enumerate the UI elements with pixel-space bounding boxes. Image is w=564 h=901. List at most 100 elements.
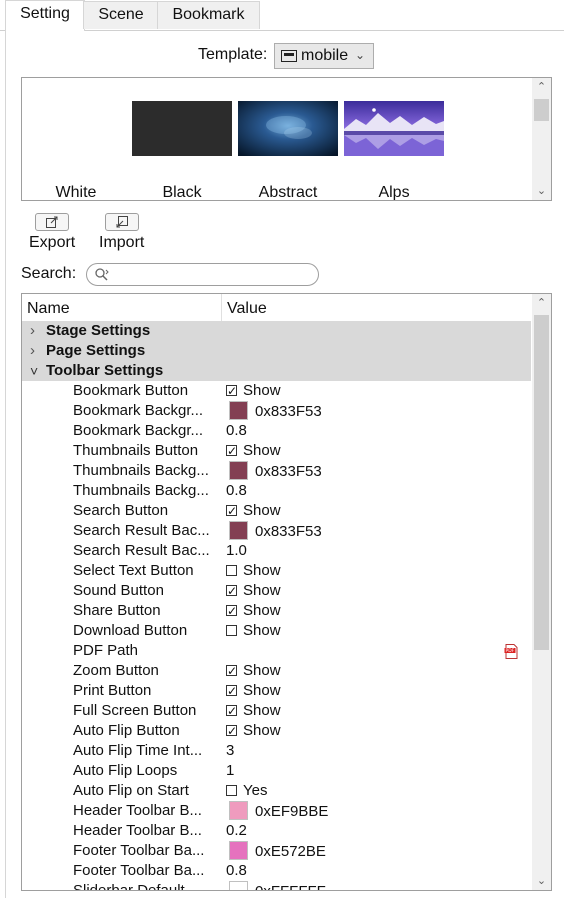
property-row[interactable]: Search Result Bac... 0x833F53 [22,521,531,541]
property-row[interactable]: Search Button Show [22,501,531,521]
property-value[interactable]: Yes [226,781,267,801]
property-row[interactable]: Header Toolbar B... 0.2 [22,821,531,841]
property-row[interactable]: Header Toolbar B... 0xEF9BBE [22,801,531,821]
property-row[interactable]: Sliderbar Default ... 0xFFFFFF [22,881,531,890]
import-button[interactable] [105,213,139,231]
category-row[interactable]: › Page Settings [22,341,531,361]
property-row[interactable]: Share Button Show [22,601,531,621]
thumbnail-scrollbar[interactable]: ⌃ ⌄ [532,78,551,200]
property-row[interactable]: Bookmark Backgr... 0x833F53 [22,401,531,421]
color-swatch[interactable] [229,841,248,860]
property-row[interactable]: Thumbnails Backg... 0x833F53 [22,461,531,481]
checkbox[interactable] [226,601,237,621]
property-row[interactable]: Auto Flip on Start Yes [22,781,531,801]
color-swatch[interactable] [229,521,248,540]
property-row[interactable]: Select Text Button Show [22,561,531,581]
property-row[interactable]: Thumbnails Button Show [22,441,531,461]
property-row[interactable]: PDF Path PDF [22,641,531,661]
checkbox[interactable] [226,721,237,741]
property-row[interactable]: Footer Toolbar Ba... 0xE572BE [22,841,531,861]
export-button[interactable] [35,213,69,231]
chevron-right-icon[interactable]: › [30,341,42,361]
property-value[interactable]: 1.0 [226,541,247,561]
thumbnail-black[interactable] [132,101,232,156]
property-value[interactable]: 0.8 [226,481,247,501]
property-value[interactable]: Show [226,681,281,701]
search-input[interactable] [86,263,319,286]
color-swatch[interactable] [229,401,248,420]
template-select[interactable]: mobile ⌄ [274,43,374,69]
scroll-down-icon[interactable]: ⌄ [532,182,551,200]
checkbox[interactable] [226,581,237,601]
property-value[interactable]: 0x833F53 [226,461,322,482]
property-row[interactable]: Zoom Button Show [22,661,531,681]
pdf-file-icon[interactable]: PDF [504,644,519,659]
checkbox[interactable] [226,441,237,461]
property-value[interactable]: Show [226,561,281,581]
tab-bookmark[interactable]: Bookmark [157,1,260,29]
column-divider[interactable] [221,294,222,321]
scroll-down-icon[interactable]: ⌄ [532,872,551,890]
property-value[interactable]: 1 [226,761,234,781]
checkbox[interactable] [226,785,237,796]
checkbox[interactable] [226,661,237,681]
property-row[interactable]: Full Screen Button Show [22,701,531,721]
property-value[interactable]: Show [226,601,281,621]
category-row[interactable]: › Stage Settings [22,321,531,341]
tab-setting[interactable]: Setting [5,0,85,31]
property-value[interactable]: Show [226,721,281,741]
property-value[interactable]: Show [226,381,281,401]
scroll-up-icon[interactable]: ⌃ [532,294,551,312]
color-swatch[interactable] [229,881,248,890]
property-row[interactable]: Bookmark Backgr... 0.8 [22,421,531,441]
property-value[interactable]: 0.2 [226,821,247,841]
chevron-down-icon[interactable]: ˅ [30,361,42,381]
property-row[interactable]: Sound Button Show [22,581,531,601]
checkbox[interactable] [226,681,237,701]
import-label[interactable]: Import [99,234,144,252]
property-value[interactable]: Show [226,621,281,641]
checkbox[interactable] [226,625,237,636]
property-value[interactable]: 0xFFFFFF [226,881,326,890]
column-header-name[interactable]: Name [27,300,70,318]
chevron-right-icon[interactable]: › [30,321,42,341]
property-row[interactable]: Auto Flip Time Int... 3 [22,741,531,761]
color-swatch[interactable] [229,461,248,480]
property-value[interactable]: Show [226,501,281,521]
property-value[interactable]: 0x833F53 [226,521,322,542]
property-value[interactable]: Show [226,581,281,601]
export-label[interactable]: Export [29,234,75,252]
checkbox[interactable] [226,701,237,721]
checkbox[interactable] [226,381,237,401]
checkbox[interactable] [226,501,237,521]
property-row[interactable]: Footer Toolbar Ba... 0.8 [22,861,531,881]
tab-scene[interactable]: Scene [83,1,159,29]
thumbnail-abstract[interactable] [238,101,338,156]
property-value[interactable]: 0.8 [226,861,247,881]
property-value[interactable]: 0xEF9BBE [226,801,328,822]
property-value[interactable]: 0xE572BE [226,841,326,862]
property-row[interactable]: Auto Flip Button Show [22,721,531,741]
property-row[interactable]: Print Button Show [22,681,531,701]
scroll-up-icon[interactable]: ⌃ [532,78,551,96]
property-row[interactable]: Thumbnails Backg... 0.8 [22,481,531,501]
category-row[interactable]: ˅ Toolbar Settings [22,361,531,381]
property-value[interactable]: 0.8 [226,421,247,441]
property-value[interactable]: Show [226,441,281,461]
thumbnail-white[interactable] [26,101,126,156]
property-row[interactable]: Bookmark Button Show [22,381,531,401]
property-value[interactable]: 3 [226,741,234,761]
property-value[interactable]: Show [226,701,281,721]
color-swatch[interactable] [229,801,248,820]
property-value[interactable]: 0x833F53 [226,401,322,422]
grid-scrollbar[interactable]: ⌃ ⌄ [532,294,551,890]
column-header-value[interactable]: Value [227,300,267,318]
property-row[interactable]: Search Result Bac... 1.0 [22,541,531,561]
checkbox[interactable] [226,565,237,576]
property-row[interactable]: Download Button Show [22,621,531,641]
scrollbar-thumb[interactable] [534,99,549,121]
property-row[interactable]: Auto Flip Loops 1 [22,761,531,781]
scrollbar-thumb[interactable] [534,315,549,650]
property-value[interactable]: Show [226,661,281,681]
thumbnail-alps[interactable] [344,101,444,156]
